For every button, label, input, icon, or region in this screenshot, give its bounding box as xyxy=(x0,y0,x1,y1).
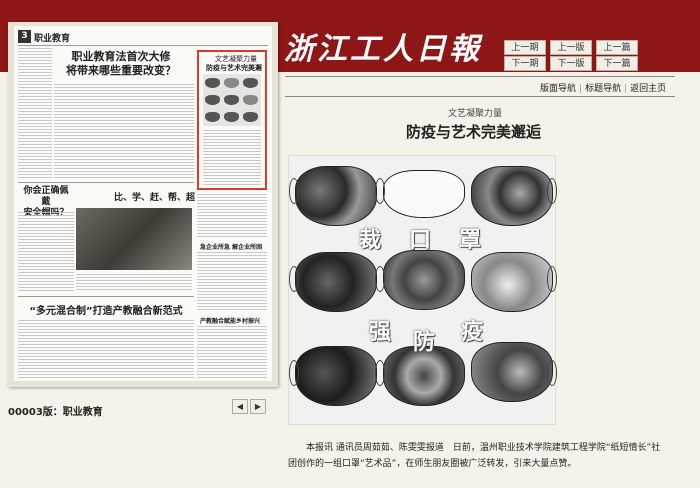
article-photo: 裁 口 罩 强 防 疫 xyxy=(288,155,557,425)
mask-thumbnail xyxy=(243,78,258,88)
overlay-calligraphy-char: 强 xyxy=(369,319,392,345)
text-column xyxy=(76,274,192,292)
selected-article-highlight[interactable]: 文艺凝聚力量 防疫与艺术完美邂逅 xyxy=(197,50,267,190)
ear-loop xyxy=(375,360,385,386)
article-title: 防疫与艺术完美邂逅 xyxy=(406,123,542,141)
text-column xyxy=(197,326,267,378)
overlay-calligraphy-char: 防 xyxy=(413,329,436,355)
mask-artwork xyxy=(295,252,377,312)
thumbnail-article-link[interactable]: 产教融合赋能乡村振兴 xyxy=(200,316,260,325)
text-column xyxy=(197,252,267,312)
prev-article-button[interactable]: 上一篇 xyxy=(596,40,638,55)
mask-thumbnail xyxy=(205,78,220,88)
text-column xyxy=(197,194,267,238)
mask-thumbnail xyxy=(224,78,239,88)
divider xyxy=(18,182,194,183)
divider xyxy=(285,76,675,77)
article-body: 本报讯 通讯员周茹茹、陈雯雯报道 日前，温州职业技术学院建筑工程学院“纸短情长”… xyxy=(288,443,661,469)
left-arrow-icon[interactable]: ◀ xyxy=(232,399,248,414)
thumbnail-headline-link[interactable]: 职业教育法首次大修 将带来哪些重要改变？ xyxy=(52,50,190,78)
ear-loop xyxy=(547,178,557,204)
mask-artwork xyxy=(383,170,465,218)
page-label: 00003版：职业教育 xyxy=(8,407,103,418)
nav-links: 版面导航 | 标题导航 | 返回主页 xyxy=(540,84,667,94)
next-page-button[interactable]: 下一版 xyxy=(550,56,592,71)
mask-artwork xyxy=(383,250,465,310)
ear-loop xyxy=(375,266,385,292)
ear-loop xyxy=(289,266,299,292)
mask-artwork xyxy=(295,346,377,406)
mask-thumbnail xyxy=(243,95,258,105)
page-number-badge: 3 xyxy=(18,30,31,43)
overlay-calligraphy-char: 裁 xyxy=(359,227,382,253)
mask-artwork xyxy=(471,252,553,312)
text-column xyxy=(18,48,52,178)
next-issue-button[interactable]: 下一期 xyxy=(504,56,546,71)
home-link[interactable]: 返回主页 xyxy=(630,84,666,94)
mask-artwork xyxy=(471,342,553,402)
mask-thumbnail xyxy=(205,95,220,105)
masthead-logo: 浙江工人日報 xyxy=(284,32,482,67)
ear-loop xyxy=(289,178,299,204)
mask-thumbnail xyxy=(224,112,239,122)
prev-page-button[interactable]: 上一版 xyxy=(550,40,592,55)
thumbnail-headline-link[interactable]: “多元混合制”打造产教融合新范式 xyxy=(18,302,194,317)
divider xyxy=(18,45,268,46)
text-column xyxy=(54,84,194,180)
overlay-calligraphy-char: 疫 xyxy=(461,319,484,345)
text-column xyxy=(18,212,74,292)
page-nav-link[interactable]: 版面导航 xyxy=(540,84,576,94)
thumbnail-article-link[interactable]: 急企业所急 解企业所困 xyxy=(200,242,262,251)
divider xyxy=(18,296,194,297)
next-article-button[interactable]: 下一篇 xyxy=(596,56,638,71)
text-column xyxy=(18,320,194,378)
mask-artwork xyxy=(295,166,377,226)
title-nav-link[interactable]: 标题导航 xyxy=(585,84,621,94)
prev-issue-button[interactable]: 上一期 xyxy=(504,40,546,55)
overlay-calligraphy-char: 罩 xyxy=(459,227,482,253)
overlay-calligraphy-char: 口 xyxy=(409,227,432,253)
ear-loop xyxy=(547,266,557,292)
thumbnail-section-name: 职业教育 xyxy=(34,34,71,44)
mask-thumbnail xyxy=(243,112,258,122)
mask-artwork xyxy=(471,166,553,226)
mask-thumbnail xyxy=(205,112,220,122)
page-thumbnail-panel[interactable]: 3 职业教育 职业教育法首次大修 将带来哪些重要改变？ 文艺凝聚力量 防疫与艺术… xyxy=(8,22,278,387)
thumbnail-article-link[interactable]: 比、学、赶、帮、超 xyxy=(114,190,195,203)
boxed-photo xyxy=(203,74,261,126)
ear-loop xyxy=(375,178,385,204)
text-column xyxy=(203,130,261,186)
article-kicker: 文艺凝聚力量 xyxy=(448,109,503,119)
workers-photo xyxy=(76,208,192,270)
newspaper-page-thumbnail[interactable]: 3 职业教育 职业教育法首次大修 将带来哪些重要改变？ 文艺凝聚力量 防疫与艺术… xyxy=(14,26,272,381)
mask-thumbnail xyxy=(224,95,239,105)
divider xyxy=(285,96,675,97)
ear-loop xyxy=(547,360,557,386)
right-arrow-icon[interactable]: ▶ xyxy=(250,399,266,414)
ear-loop xyxy=(289,360,299,386)
